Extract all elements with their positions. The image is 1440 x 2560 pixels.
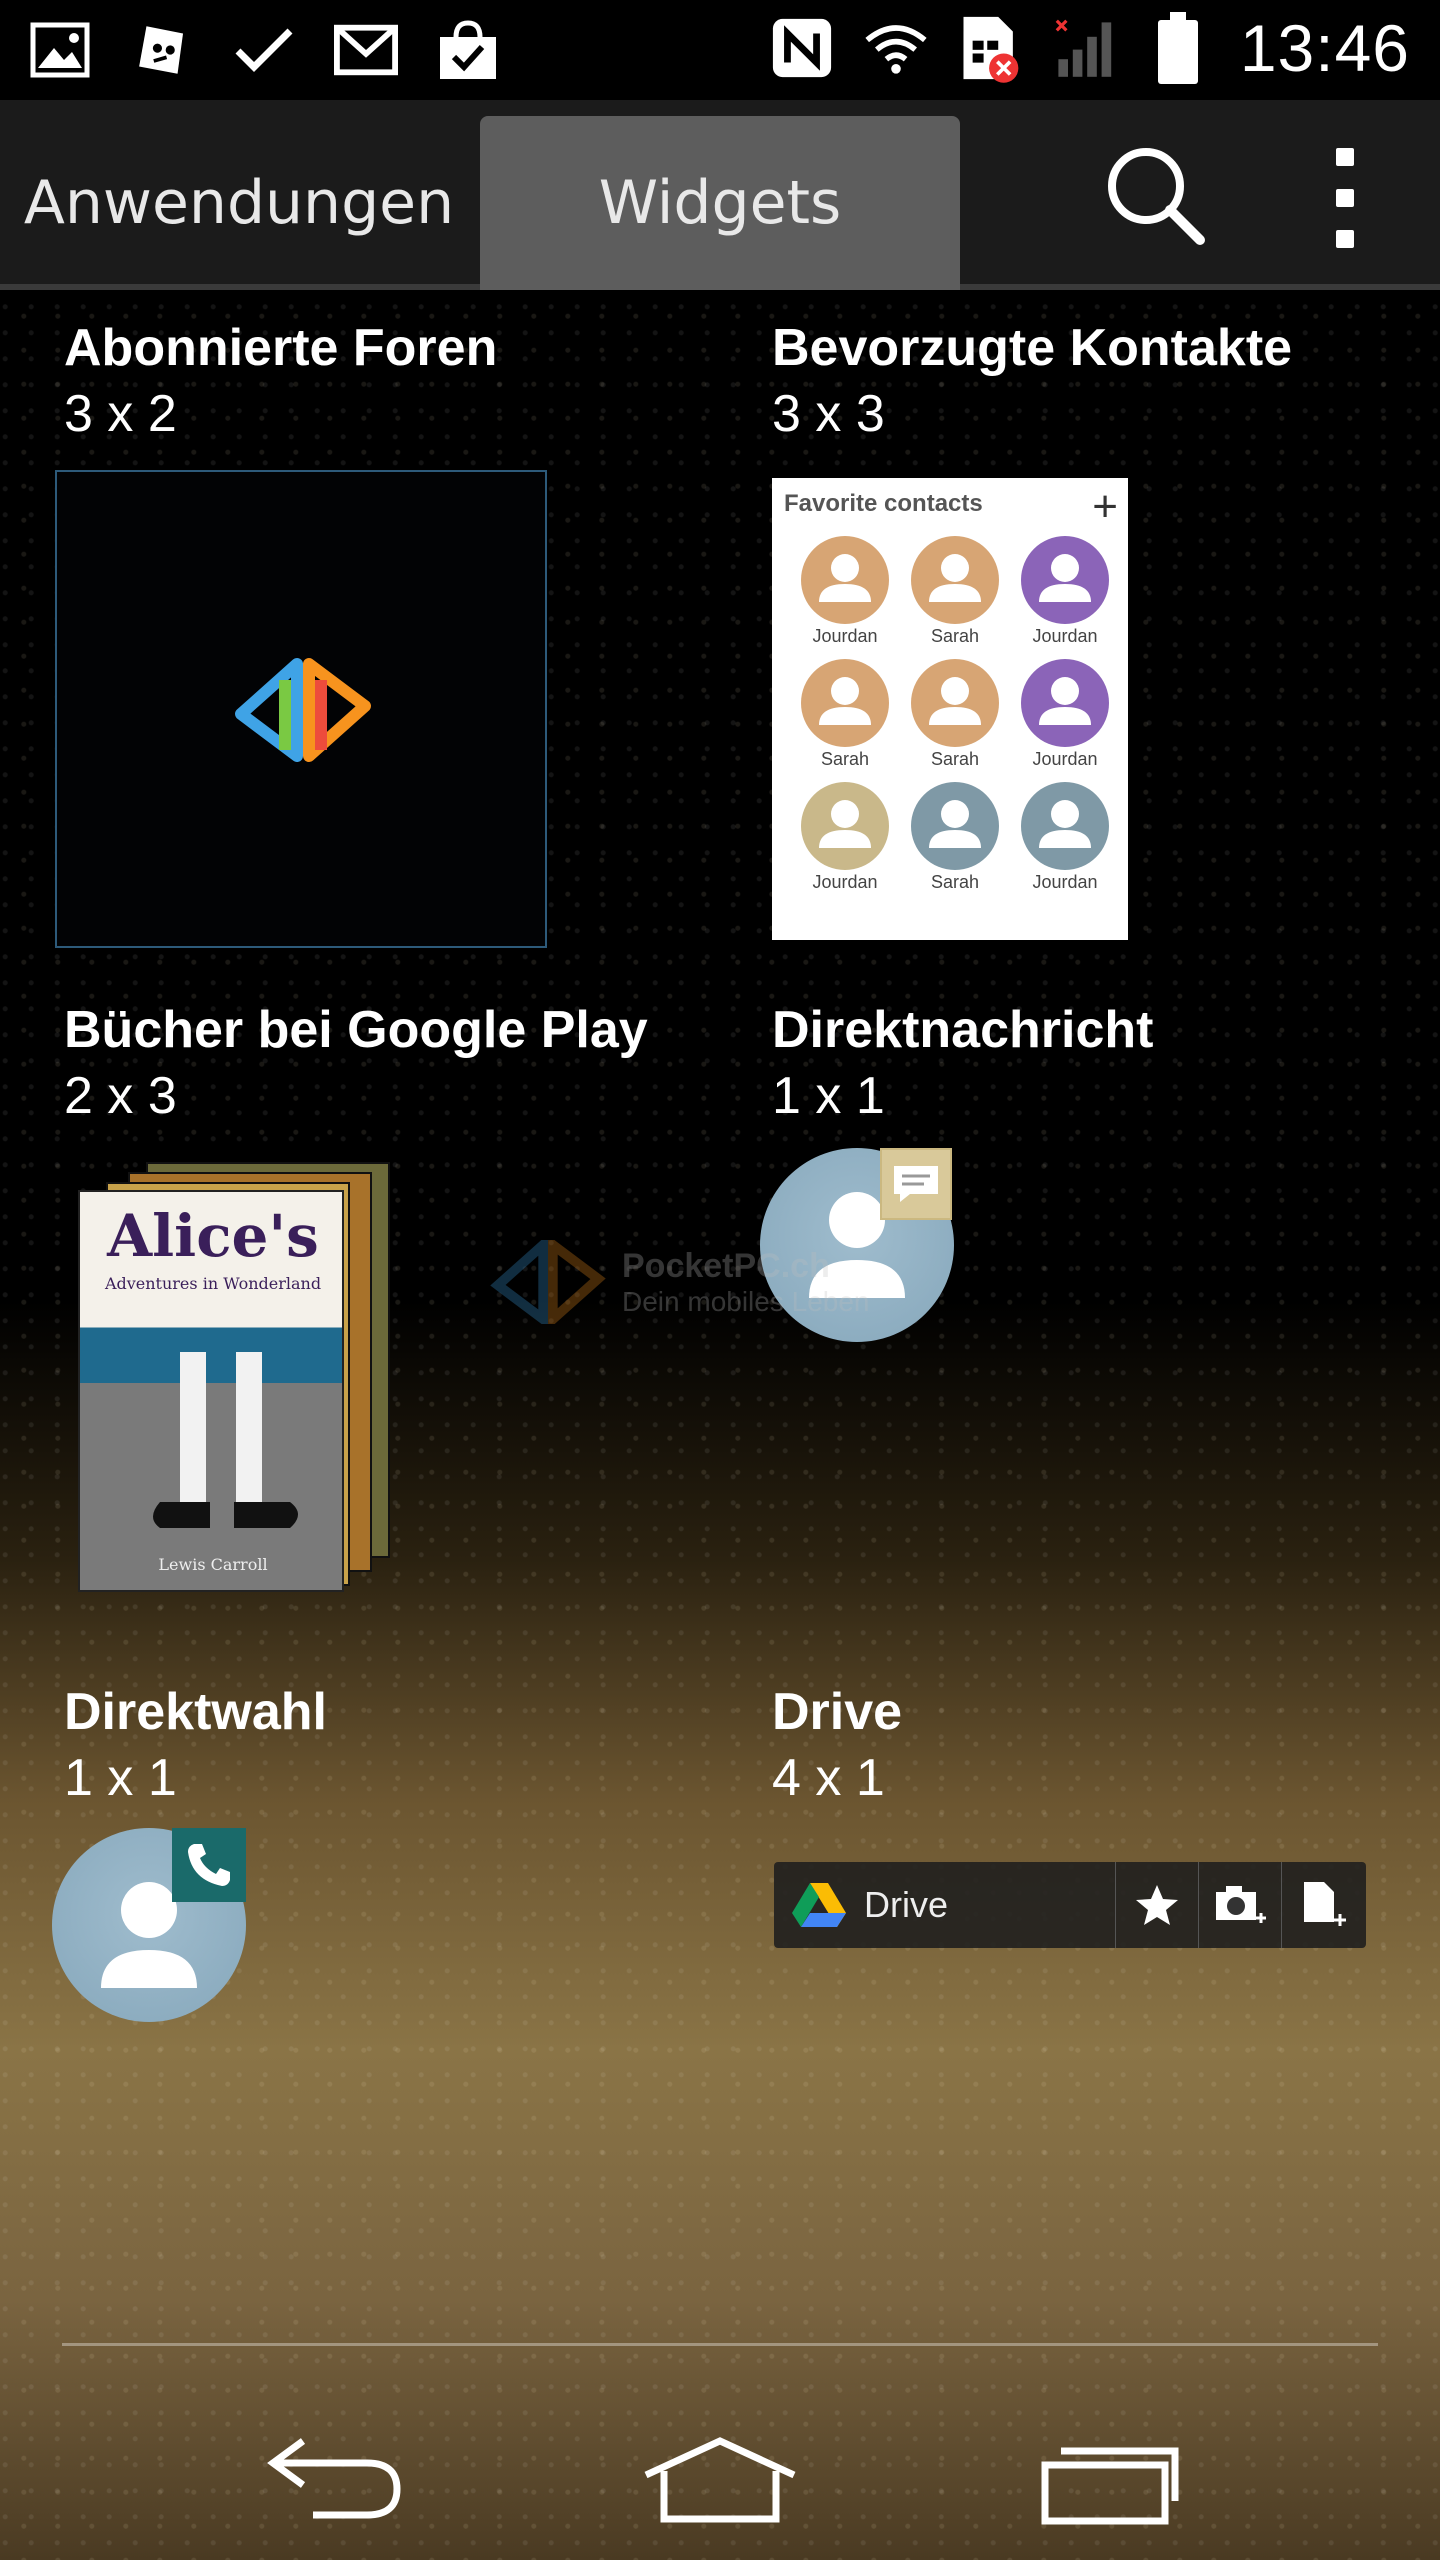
widget-size: 1 x 1 [772, 1067, 885, 1125]
widget-item[interactable]: Abonnierte Foren 3 x 2 [64, 318, 497, 444]
widget-preview-drive[interactable]: Drive [774, 1862, 1366, 1948]
back-icon[interactable] [252, 2430, 412, 2530]
widget-title: Bücher bei Google Play [64, 1001, 648, 1059]
tab-widgets[interactable]: Widgets [480, 116, 960, 290]
action-bar: Anwendungen Widgets [0, 100, 1440, 290]
battery-icon [1146, 12, 1210, 84]
watermark-tagline: Dein mobiles Leben [622, 1285, 870, 1317]
widget-item[interactable]: Bevorzugte Kontakte 3 x 3 [772, 318, 1292, 444]
widget-size: 3 x 2 [64, 385, 177, 443]
home-icon[interactable] [640, 2430, 800, 2530]
tab-anwendungen[interactable]: Anwendungen [0, 116, 478, 290]
avatar [801, 536, 889, 624]
camera-add-icon [1199, 1862, 1282, 1948]
widget-size: 3 x 3 [772, 385, 885, 443]
drive-label: Drive [864, 1884, 949, 1925]
book-author: Lewis Carroll [158, 1555, 268, 1574]
contact-name: Jourdan [1032, 626, 1098, 646]
watermark: PocketPC.ch Dein mobiles Leben [488, 1240, 870, 1324]
favorite-contact[interactable]: Sarah [900, 782, 1010, 893]
clock: 13:46 [1239, 11, 1410, 85]
message-badge-icon [880, 1148, 952, 1220]
new-document-icon [1282, 1862, 1365, 1948]
widget-title: Bevorzugte Kontakte [772, 319, 1293, 377]
contact-name: Sarah [930, 749, 980, 769]
nav-divider [62, 2343, 1378, 2346]
widget-item[interactable]: Bücher bei Google Play 2 x 3 [64, 1000, 648, 1126]
nfc-icon [770, 16, 834, 80]
avatar [1021, 536, 1109, 624]
favorite-contact[interactable]: Jourdan [1010, 782, 1120, 893]
widget-preview-forum[interactable] [55, 470, 547, 948]
widget-preview-favorite-contacts[interactable]: Favorite contacts + Jourdan Sarah Jourdan S… [772, 478, 1128, 940]
favorite-contact[interactable]: Jourdan [790, 536, 900, 647]
favorite-contact[interactable]: Sarah [900, 536, 1010, 647]
gmail-icon [334, 18, 398, 82]
avatar [801, 782, 889, 870]
widget-title: Drive [772, 1683, 903, 1741]
contact-name: Jourdan [812, 872, 878, 892]
contact-name: Sarah [930, 872, 980, 892]
drive-shortcut: Drive [774, 1862, 1116, 1948]
check-icon [232, 18, 296, 82]
tapatalk-logo-icon [235, 658, 371, 762]
pocketpc-logo-icon [490, 1240, 606, 1324]
system-icons: 13:46 [770, 10, 1410, 86]
add-contact-icon: + [1092, 482, 1118, 531]
contact-name: Jourdan [1032, 872, 1098, 892]
widget-size: 1 x 1 [64, 1749, 177, 1807]
recents-icon[interactable] [1030, 2430, 1190, 2530]
contact-name: Sarah [930, 626, 980, 646]
favorite-contact[interactable]: Jourdan [790, 782, 900, 893]
book-subtitle: Adventures in Wonderland [104, 1274, 322, 1293]
widget-item[interactable]: Direktwahl 1 x 1 [64, 1682, 327, 1808]
widget-item[interactable]: Drive 4 x 1 [772, 1682, 902, 1808]
unknown-app-icon [130, 18, 194, 82]
search-icon[interactable] [1100, 140, 1210, 250]
favorite-contact[interactable]: Sarah [790, 659, 900, 770]
wifi-icon [864, 16, 928, 80]
notification-icons [28, 18, 500, 82]
shopping-bag-check-icon [436, 18, 500, 82]
widget-title: Direktwahl [64, 1683, 327, 1741]
widget-preview-books[interactable]: Alice's Adventures in Wonderland Lewis C… [78, 1162, 398, 1592]
google-drive-icon [792, 1883, 846, 1927]
favorite-contact[interactable]: Sarah [900, 659, 1010, 770]
widget-title: Abonnierte Foren [64, 319, 498, 377]
contact-name: Sarah [820, 749, 870, 769]
widget-size: 4 x 1 [772, 1749, 885, 1807]
widget-title: Direktnachricht [772, 1001, 1154, 1059]
widget-item[interactable]: Direktnachricht 1 x 1 [772, 1000, 1153, 1126]
gallery-icon [28, 18, 92, 82]
book-cover: Alice's Adventures in Wonderland Lewis C… [78, 1190, 344, 1592]
contact-name: Jourdan [812, 626, 878, 646]
phone-badge-icon [172, 1828, 246, 1902]
more-vert-icon[interactable] [1300, 148, 1390, 248]
contact-name: Jourdan [1032, 749, 1098, 769]
avatar [1021, 782, 1109, 870]
favorite-contact[interactable]: Jourdan [1010, 536, 1120, 647]
favorite-contact[interactable]: Jourdan [1010, 659, 1120, 770]
avatar [911, 536, 999, 624]
avatar [1021, 659, 1109, 747]
avatar [801, 659, 889, 747]
alice-legs-illustration [153, 1352, 298, 1528]
avatar [911, 659, 999, 747]
watermark-title: PocketPC.ch [622, 1246, 830, 1285]
favorite-contacts-grid: Jourdan Sarah Jourdan Sarah Sarah Jourdan Jour… [790, 536, 1120, 893]
widget-size: 2 x 3 [64, 1067, 177, 1125]
sim-error-icon [958, 16, 1022, 83]
star-icon [1116, 1862, 1199, 1948]
status-bar: 13:46 [0, 0, 1440, 100]
book-title: Alice's [107, 1202, 319, 1270]
signal-no-service-icon [1052, 16, 1116, 80]
favorite-contacts-header: Favorite contacts [784, 490, 983, 517]
avatar [911, 782, 999, 870]
